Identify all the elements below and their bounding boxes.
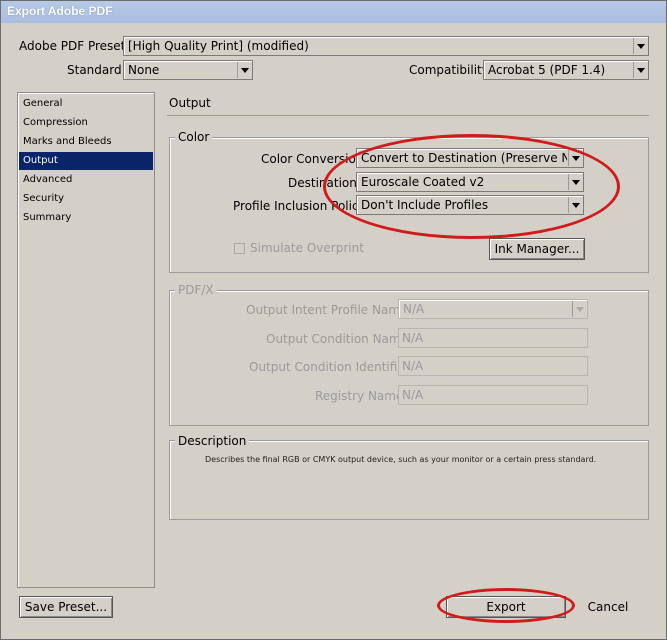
standard-dropdown[interactable]: None (123, 60, 253, 80)
sidebar-item-general[interactable]: General (19, 95, 153, 113)
output-intent-label: Output Intent Profile Name: (246, 303, 412, 317)
output-intent-dropdown[interactable]: N/A (398, 299, 588, 319)
output-condition-name-field[interactable]: N/A (398, 328, 588, 348)
description-group-title: Description (175, 434, 250, 448)
section-divider (167, 115, 649, 116)
description-text: Describes the final RGB or CMYK output d… (205, 455, 597, 464)
ink-manager-button[interactable]: Ink Manager... (489, 238, 585, 260)
compatibility-value: Acrobat 5 (PDF 1.4) (488, 63, 606, 77)
section-title: Output (169, 96, 211, 110)
highlight-ellipse-color-settings (323, 134, 620, 239)
output-condition-id-field[interactable]: N/A (398, 356, 588, 376)
export-pdf-dialog: Export Adobe PDF Adobe PDF Preset: [High… (0, 0, 667, 640)
output-condition-id-label: Output Condition Identifier: (249, 360, 414, 374)
registry-name-field[interactable]: N/A (398, 385, 588, 405)
output-condition-id-value: N/A (402, 359, 424, 373)
preset-label: Adobe PDF Preset: (19, 39, 130, 53)
chevron-down-icon[interactable] (237, 62, 251, 78)
simulate-overprint-label: Simulate Overprint (250, 241, 364, 255)
chevron-down-icon[interactable] (572, 301, 586, 317)
sidebar-item-summary[interactable]: Summary (19, 209, 153, 227)
preset-value: [High Quality Print] (modified) (128, 39, 309, 53)
chevron-down-icon[interactable] (633, 62, 647, 78)
compatibility-dropdown[interactable]: Acrobat 5 (PDF 1.4) (483, 60, 649, 80)
save-preset-button[interactable]: Save Preset... (19, 596, 113, 618)
output-intent-value: N/A (403, 302, 425, 316)
compatibility-label: Compatibility: (409, 63, 493, 77)
sidebar-item-security[interactable]: Security (19, 190, 153, 208)
sidebar-item-compression[interactable]: Compression (19, 114, 153, 132)
pdfx-group-title: PDF/X (175, 283, 217, 297)
simulate-overprint-checkbox[interactable] (234, 243, 245, 254)
registry-name-value: N/A (402, 388, 424, 402)
title-bar: Export Adobe PDF (1, 1, 666, 23)
output-condition-name-value: N/A (402, 331, 424, 345)
output-condition-name-label: Output Condition Name: (266, 332, 413, 346)
preset-dropdown[interactable]: [High Quality Print] (modified) (123, 36, 649, 56)
sidebar-item-marks-and-bleeds[interactable]: Marks and Bleeds (19, 133, 153, 151)
cancel-button[interactable]: Cancel (568, 596, 648, 618)
sidebar-item-advanced[interactable]: Advanced (19, 171, 153, 189)
sidebar-item-output[interactable]: Output (19, 152, 153, 170)
color-group-title: Color (175, 130, 213, 144)
sidebar-nav: General Compression Marks and Bleeds Out… (17, 92, 155, 588)
window-title: Export Adobe PDF (7, 4, 113, 18)
registry-name-label: Registry Name: (315, 389, 408, 403)
chevron-down-icon[interactable] (633, 38, 647, 54)
standard-value: None (128, 63, 160, 77)
standard-label: Standard: (67, 63, 126, 77)
description-group (169, 440, 649, 520)
highlight-ellipse-export (437, 588, 575, 623)
